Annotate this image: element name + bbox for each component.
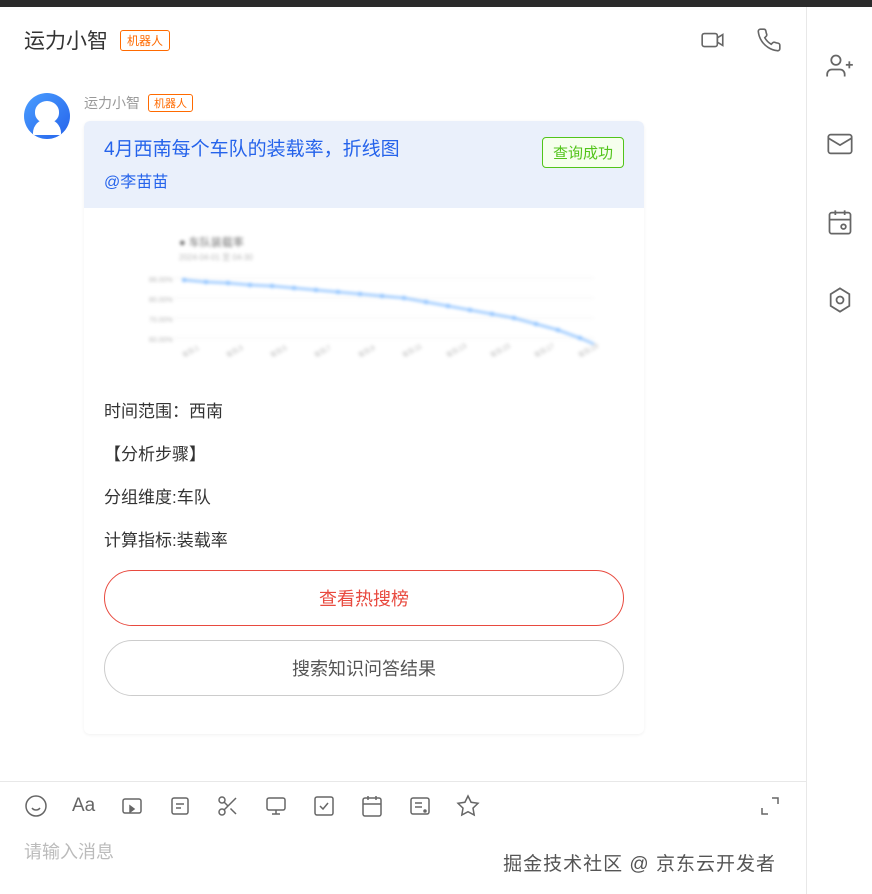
message-input-area[interactable]: 请输入消息 掘金技术社区 @ 京东云开发者 <box>0 830 806 894</box>
info-metric: 计算指标:装载率 <box>104 527 624 554</box>
input-toolbar: Aa <box>0 781 806 830</box>
messages-area: 运力小智 机器人 4月西南每个车队的装载率，折线图 @李苗苗 查询成功 <box>0 73 806 781</box>
svg-text:车队3: 车队3 <box>225 343 245 360</box>
list-icon[interactable] <box>408 794 432 818</box>
calendar-icon[interactable] <box>360 794 384 818</box>
msg-bot-tag: 机器人 <box>148 94 193 112</box>
info-time-range: 时间范围：西南 <box>104 398 624 425</box>
message-bubble: 4月西南每个车队的装载率，折线图 @李苗苗 查询成功 ● 车队装载率 2024-… <box>84 121 644 734</box>
calendar-sidebar-icon[interactable] <box>826 208 854 236</box>
view-hot-search-button[interactable]: 查看热搜榜 <box>104 570 624 626</box>
svg-text:车队17: 车队17 <box>533 341 556 360</box>
emoji-icon[interactable] <box>24 794 48 818</box>
svg-text:2024-04-01 至 04-30: 2024-04-01 至 04-30 <box>179 253 253 262</box>
expand-icon[interactable] <box>758 794 782 818</box>
video-call-icon[interactable] <box>700 27 726 53</box>
svg-text:车队13: 车队13 <box>445 341 468 360</box>
svg-text:车队19: 车队19 <box>577 341 600 360</box>
info-steps-header: 【分析步骤】 <box>104 441 624 468</box>
svg-text:车队15: 车队15 <box>489 341 512 360</box>
query-status-badge: 查询成功 <box>542 137 624 168</box>
svg-text:车队11: 车队11 <box>401 341 424 359</box>
svg-text:车队7: 车队7 <box>313 343 333 360</box>
svg-text:60.00%: 60.00% <box>149 337 173 344</box>
bot-tag: 机器人 <box>120 30 170 51</box>
svg-text:70.00%: 70.00% <box>149 317 173 324</box>
bot-avatar[interactable] <box>24 93 70 139</box>
mail-icon[interactable] <box>826 130 854 158</box>
font-icon[interactable]: Aa <box>72 794 96 818</box>
info-group: 分组维度:车队 <box>104 484 624 511</box>
svg-text:车队9: 车队9 <box>357 343 377 360</box>
checkbox-icon[interactable] <box>312 794 336 818</box>
settings-icon[interactable] <box>826 286 854 314</box>
phone-call-icon[interactable] <box>756 27 782 53</box>
svg-text:● 车队装载率: ● 车队装载率 <box>179 235 244 249</box>
search-knowledge-button[interactable]: 搜索知识问答结果 <box>104 640 624 696</box>
scissors-icon[interactable] <box>216 794 240 818</box>
svg-text:车队5: 车队5 <box>269 343 289 360</box>
note-icon[interactable] <box>168 794 192 818</box>
reply-icon[interactable] <box>120 794 144 818</box>
chat-header: 运力小智 机器人 <box>0 7 806 73</box>
chart-preview[interactable]: ● 车队装载率 2024-04-01 至 04-30 88.00% 80.00%… <box>84 208 644 398</box>
watermark-text: 掘金技术社区 @ 京东云开发者 <box>503 849 776 876</box>
chat-title: 运力小智 <box>24 25 108 55</box>
svg-text:车队1: 车队1 <box>181 343 201 360</box>
star-icon[interactable] <box>456 794 480 818</box>
msg-sender-name: 运力小智 <box>84 93 140 113</box>
screen-icon[interactable] <box>264 794 288 818</box>
svg-text:80.00%: 80.00% <box>149 297 173 304</box>
input-placeholder: 请输入消息 <box>24 842 114 862</box>
svg-text:88.00%: 88.00% <box>149 277 173 284</box>
bubble-mention[interactable]: @李苗苗 <box>104 168 624 192</box>
right-sidebar <box>807 7 872 894</box>
add-contact-icon[interactable] <box>826 52 854 80</box>
